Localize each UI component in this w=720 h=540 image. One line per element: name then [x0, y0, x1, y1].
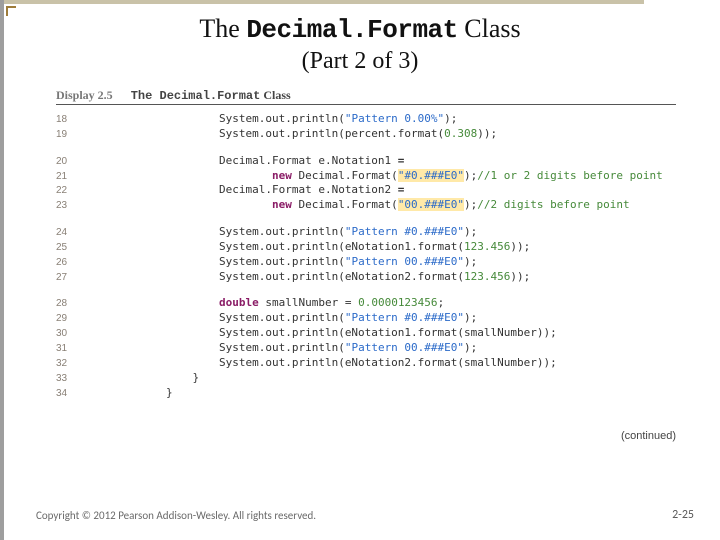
code-content: System.out.println(eNotation2.format(sma… [84, 356, 676, 371]
border-left [0, 0, 4, 540]
code-line: 28 double smallNumber = 0.0000123456; [56, 296, 676, 311]
line-number: 19 [56, 127, 84, 142]
code-content: System.out.println(eNotation1.format(123… [84, 240, 676, 255]
title-classname: Decimal.Format [246, 15, 457, 45]
line-number: 24 [56, 225, 84, 240]
code-content: } [84, 386, 676, 401]
line-number: 20 [56, 154, 84, 169]
slide-title: The Decimal.Format Class (Part 2 of 3) [0, 14, 720, 75]
title-suffix: Class [458, 14, 521, 43]
line-number: 32 [56, 356, 84, 371]
code-line: 32 System.out.println(eNotation2.format(… [56, 356, 676, 371]
code-line: 33 } [56, 371, 676, 386]
line-number: 22 [56, 183, 84, 198]
line-number: 25 [56, 240, 84, 255]
code-line: 25 System.out.println(eNotation1.format(… [56, 240, 676, 255]
code-content: System.out.println(percent.format(0.308)… [84, 127, 676, 142]
display-caption: Display 2.5 The Decimal.Format Class [56, 88, 291, 103]
code-blank-line [56, 142, 676, 154]
code-content: System.out.println("Pattern 00.###E0"); [84, 341, 676, 356]
code-content: Decimal.Format e.Notation1 = [84, 154, 676, 169]
line-number: 23 [56, 198, 84, 213]
title-subtitle: (Part 2 of 3) [0, 48, 720, 76]
code-line: 27 System.out.println(eNotation2.format(… [56, 270, 676, 285]
line-number: 27 [56, 270, 84, 285]
code-content: System.out.println("Pattern #0.###E0"); [84, 225, 676, 240]
code-blank-line [56, 284, 676, 296]
code-line: 18 System.out.println("Pattern 0.00%"); [56, 112, 676, 127]
border-top [4, 0, 644, 4]
code-line: 22 Decimal.Format e.Notation2 = [56, 183, 676, 198]
line-number: 18 [56, 112, 84, 127]
line-number: 21 [56, 169, 84, 184]
code-line: 26 System.out.println("Pattern 00.###E0"… [56, 255, 676, 270]
code-content: new Decimal.Format("00.###E0");//2 digit… [84, 198, 676, 213]
copyright-footer: Copyright © 2012 Pearson Addison-Wesley.… [36, 509, 316, 522]
code-content: } [84, 371, 676, 386]
display-class-suffix: Class [260, 88, 290, 102]
code-content: System.out.println(eNotation2.format(123… [84, 270, 676, 285]
line-number: 30 [56, 326, 84, 341]
code-content: double smallNumber = 0.0000123456; [84, 296, 676, 311]
caption-rule [56, 104, 676, 105]
code-line: 20 Decimal.Format e.Notation1 = [56, 154, 676, 169]
display-classname: The Decimal.Format [131, 89, 261, 103]
code-listing: 18 System.out.println("Pattern 0.00%");1… [56, 112, 676, 400]
code-content: System.out.println("Pattern 00.###E0"); [84, 255, 676, 270]
line-number: 28 [56, 296, 84, 311]
display-label: Display 2.5 [56, 88, 113, 102]
line-number: 33 [56, 371, 84, 386]
line-number: 34 [56, 386, 84, 401]
code-content: new Decimal.Format("#0.###E0");//1 or 2 … [84, 169, 676, 184]
page-number: 2-25 [672, 508, 694, 522]
code-blank-line [56, 213, 676, 225]
code-line: 19 System.out.println(percent.format(0.3… [56, 127, 676, 142]
code-content: System.out.println("Pattern #0.###E0"); [84, 311, 676, 326]
code-line: 34} [56, 386, 676, 401]
code-content: System.out.println("Pattern 0.00%"); [84, 112, 676, 127]
code-line: 30 System.out.println(eNotation1.format(… [56, 326, 676, 341]
code-line: 29 System.out.println("Pattern #0.###E0"… [56, 311, 676, 326]
code-content: System.out.println(eNotation1.format(sma… [84, 326, 676, 341]
line-number: 26 [56, 255, 84, 270]
code-line: 31 System.out.println("Pattern 00.###E0"… [56, 341, 676, 356]
code-line: 23 new Decimal.Format("00.###E0");//2 di… [56, 198, 676, 213]
title-prefix: The [199, 14, 246, 43]
line-number: 31 [56, 341, 84, 356]
line-number: 29 [56, 311, 84, 326]
continued-label: (continued) [621, 430, 676, 442]
code-line: 21 new Decimal.Format("#0.###E0");//1 or… [56, 169, 676, 184]
code-content: Decimal.Format e.Notation2 = [84, 183, 676, 198]
code-line: 24 System.out.println("Pattern #0.###E0"… [56, 225, 676, 240]
slide: The Decimal.Format Class (Part 2 of 3) D… [0, 0, 720, 540]
